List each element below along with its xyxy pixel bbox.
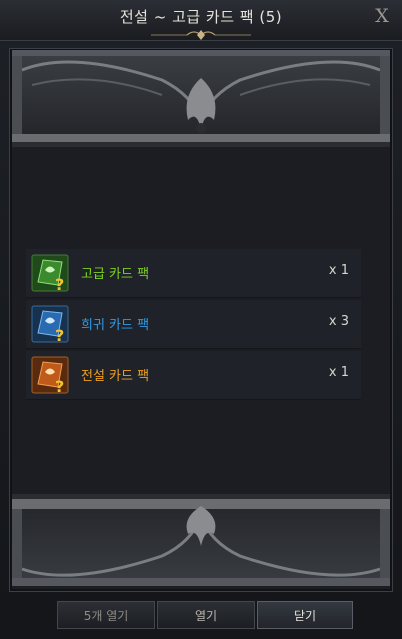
list-item[interactable]: ? 고급 카드 팩 x 1 (26, 249, 361, 298)
close-button[interactable]: 닫기 (257, 601, 353, 629)
title-bar: 전설 ~ 고급 카드 팩 (5) X (0, 0, 402, 41)
close-icon[interactable]: X (370, 4, 394, 28)
item-name: 희귀 카드 팩 (81, 318, 150, 333)
card-pack-uncommon-icon: ? (31, 254, 69, 292)
item-list: ? 고급 카드 팩 x 1 ? 희귀 카드 팩 x 3 ? 전설 카드 팩 x (26, 249, 361, 402)
top-ornament-banner-icon (12, 50, 390, 147)
svg-text:?: ? (55, 275, 64, 292)
item-quantity: x 1 (328, 263, 349, 278)
item-name: 전설 카드 팩 (81, 369, 150, 384)
list-item[interactable]: ? 전설 카드 팩 x 1 (26, 351, 361, 400)
item-quantity: x 1 (328, 365, 349, 380)
open-button[interactable]: 열기 (157, 601, 255, 629)
bottom-ornament-banner-icon (12, 494, 390, 586)
list-item[interactable]: ? 희귀 카드 팩 x 3 (26, 300, 361, 349)
svg-text:?: ? (55, 377, 64, 394)
open-five-button[interactable]: 5개 열기 (57, 601, 155, 629)
title-ornament-icon (151, 30, 251, 40)
card-pack-rare-icon: ? (31, 305, 69, 343)
item-name: 고급 카드 팩 (81, 267, 150, 282)
item-quantity: x 3 (328, 314, 349, 329)
svg-text:?: ? (55, 326, 64, 343)
card-pack-legendary-icon: ? (31, 356, 69, 394)
card-pack-window: 전설 ~ 고급 카드 팩 (5) X ? 고급 카드 팩 x 1 ? 희귀 카드… (0, 0, 402, 639)
window-title: 전설 ~ 고급 카드 팩 (5) (119, 8, 283, 26)
